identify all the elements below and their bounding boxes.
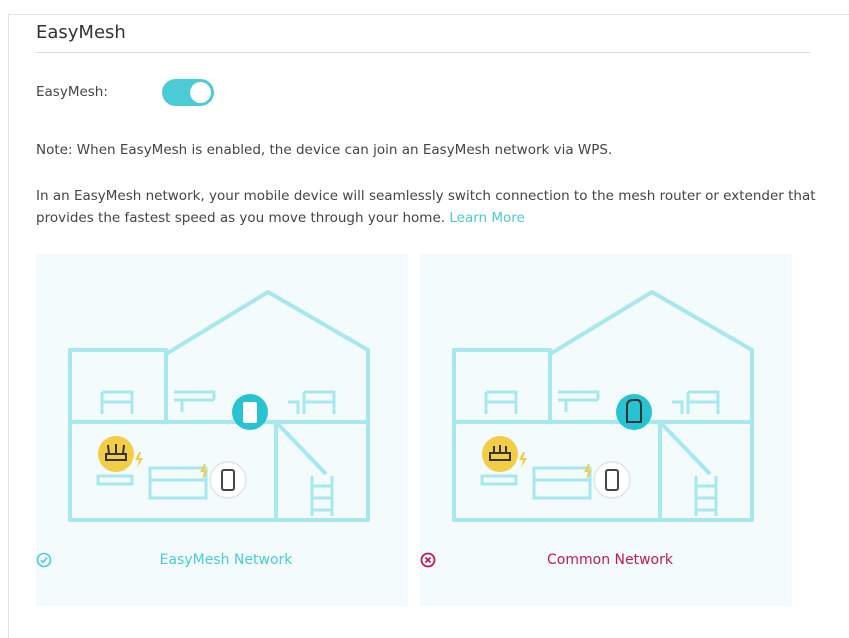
easymesh-network-panel: EasyMesh Network bbox=[36, 254, 408, 606]
section-title: EasyMesh bbox=[36, 22, 126, 43]
frame-left-border bbox=[8, 14, 9, 638]
common-network-panel: Common Network bbox=[420, 254, 792, 606]
caption-text: EasyMesh Network bbox=[159, 552, 293, 568]
easymesh-house-illustration bbox=[68, 290, 370, 522]
easymesh-toggle[interactable] bbox=[162, 79, 214, 106]
note-text: Note: When EasyMesh is enabled, the devi… bbox=[36, 142, 613, 158]
common-house-illustration bbox=[452, 290, 754, 522]
frame-top-border bbox=[8, 14, 849, 15]
learn-more-link[interactable]: Learn More bbox=[449, 210, 525, 226]
description-paragraph: In an EasyMesh network, your mobile devi… bbox=[36, 185, 826, 229]
easymesh-toggle-label: EasyMesh: bbox=[36, 84, 108, 100]
caption-text: Common Network bbox=[547, 552, 673, 568]
easymesh-network-caption: EasyMesh Network bbox=[36, 552, 408, 568]
title-divider bbox=[36, 52, 810, 53]
description-text: In an EasyMesh network, your mobile devi… bbox=[36, 188, 816, 226]
toggle-knob bbox=[190, 82, 211, 103]
common-network-caption: Common Network bbox=[420, 552, 792, 568]
